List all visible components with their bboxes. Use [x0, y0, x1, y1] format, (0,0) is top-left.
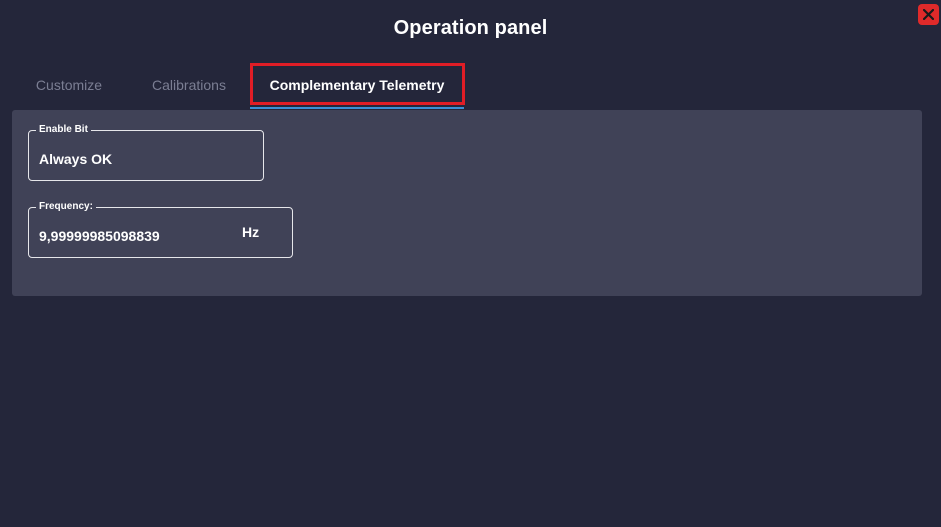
frequency-label: Frequency: — [36, 201, 96, 213]
enable-bit-label: Enable Bit — [36, 124, 91, 136]
enable-bit-field[interactable]: Enable Bit Always OK — [28, 124, 264, 181]
tab-calibrations[interactable]: Calibrations — [135, 61, 243, 108]
enable-bit-value: Always OK — [39, 151, 113, 167]
panel-title: Operation panel — [393, 17, 548, 39]
frequency-field[interactable]: Frequency: 9,99999985098839 Hz — [28, 201, 293, 258]
operation-panel: Operation panel Customize Calibrations C… — [0, 0, 941, 527]
frequency-value: 9,99999985098839 — [39, 228, 160, 244]
close-icon — [923, 9, 934, 20]
frequency-unit: Hz — [242, 224, 260, 240]
close-button[interactable] — [918, 4, 939, 25]
tab-complementary-telemetry[interactable]: Complementary Telemetry — [250, 61, 464, 108]
tab-bar: Customize Calibrations Complementary Tel… — [0, 61, 941, 110]
tab-content: Enable Bit Always OK Frequency: 9,999999… — [12, 110, 922, 296]
tab-customize[interactable]: Customize — [18, 61, 120, 108]
active-tab-indicator — [250, 107, 464, 109]
